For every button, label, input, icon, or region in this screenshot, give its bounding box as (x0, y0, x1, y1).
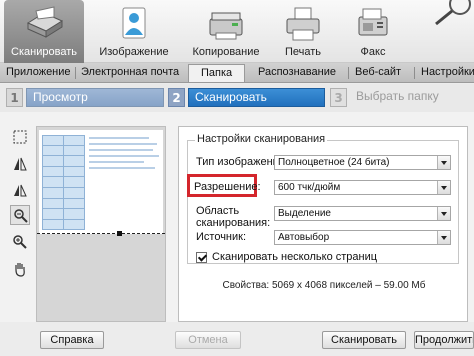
destination-tabs: Приложение Электронная почта Папка Распо… (0, 63, 474, 83)
hand-icon (15, 263, 25, 277)
toolbar-print-button[interactable]: Печать (270, 0, 336, 63)
toolbar-copy-button[interactable]: Копирование (184, 0, 268, 63)
image-type-select[interactable]: Полноцветное (24 бита) (274, 155, 451, 170)
scan-properties: Свойства: 5069 x 4068 пикселей – 59.00 М… (222, 280, 426, 291)
step-label: Выбрать папку (356, 89, 439, 103)
step-number: 3 (330, 88, 347, 107)
scan-area-value: Выделение (278, 208, 331, 219)
tab-application[interactable]: Приложение (6, 66, 71, 78)
copier-icon (209, 12, 243, 40)
tab-settings[interactable]: Настройки (421, 66, 474, 78)
chevron-down-icon[interactable] (437, 156, 450, 169)
source-value: Автовыбор (278, 232, 330, 243)
pan-tool-button[interactable] (10, 259, 30, 279)
image-type-value: Полноцветное (24 бита) (278, 157, 390, 168)
resolution-label: Разрешение: (194, 181, 261, 193)
scan-settings-title: Настройки сканирования (195, 133, 328, 145)
tab-separator (414, 67, 415, 79)
toolbar-fax-button[interactable]: Факс (340, 0, 406, 63)
chevron-down-icon[interactable] (437, 181, 450, 194)
continue-button[interactable]: Продолжить (414, 331, 474, 349)
zoom-out-tool-button[interactable] (10, 205, 30, 225)
resolution-value: 600 тчк/дюйм (278, 182, 341, 193)
toolbar-scan-button[interactable]: Сканировать (4, 0, 84, 63)
printer-icon (286, 7, 320, 41)
flip-tool-button[interactable] (10, 154, 30, 174)
toolbar-image-button[interactable]: Изображение (92, 0, 176, 63)
magnifier-icon[interactable] (430, 0, 474, 28)
mirror-icon (14, 184, 27, 197)
multi-page-checkbox[interactable] (196, 252, 207, 263)
fax-icon (358, 8, 388, 36)
main-toolbar: Сканировать Изображение Копирование Печа… (0, 0, 474, 63)
tab-website[interactable]: Веб-сайт (355, 66, 401, 78)
toolbar-copy-label: Копирование (192, 46, 260, 58)
image-user-icon (122, 7, 146, 39)
bottom-bar: Справка Отмена Сканировать Продолжить (0, 322, 474, 356)
multi-page-label: Сканировать несколько страниц (212, 251, 378, 263)
scan-area-select[interactable]: Выделение (274, 206, 451, 221)
tab-separator (75, 67, 76, 79)
wizard-steps: 1 Просмотр 2 Сканировать 3 Выбрать папку (0, 84, 474, 112)
crop-select-icon (13, 130, 27, 144)
step-number: 1 (6, 88, 23, 107)
tab-folder[interactable]: Папка (188, 64, 246, 82)
document-text-image (89, 137, 159, 173)
source-label: Источник: (196, 231, 247, 243)
cancel-button[interactable]: Отмена (175, 331, 241, 349)
flip-icon (14, 157, 27, 171)
scan-area-label-line1: Область (196, 205, 240, 217)
scan-preview[interactable] (36, 126, 166, 322)
step-label: Сканировать (188, 88, 325, 107)
scan-settings-panel: Настройки сканирования Тип изображения: … (178, 126, 468, 322)
toolbar-print-label: Печать (284, 46, 322, 58)
mirror-tool-button[interactable] (10, 180, 30, 200)
zoom-in-icon (13, 235, 27, 249)
tab-separator (348, 67, 349, 79)
zoom-out-icon (14, 209, 28, 223)
chevron-down-icon[interactable] (437, 231, 450, 244)
toolbar-scan-label: Сканировать (11, 46, 77, 58)
scan-area-label: Область сканирования: (196, 205, 270, 229)
selection-handle[interactable] (117, 231, 122, 236)
chevron-down-icon[interactable] (437, 207, 450, 220)
resolution-select[interactable]: 600 тчк/дюйм (274, 180, 451, 195)
step-label: Просмотр (26, 88, 164, 107)
crop-tool-button[interactable] (10, 127, 30, 147)
tab-ocr[interactable]: Распознавание (258, 66, 336, 78)
scanner-icon (26, 6, 64, 38)
step-number: 2 (168, 88, 185, 107)
help-button[interactable]: Справка (40, 331, 104, 349)
toolbar-fax-label: Факс (360, 46, 386, 58)
main-area: Настройки сканирования Тип изображения: … (0, 112, 474, 322)
source-select[interactable]: Автовыбор (274, 230, 451, 245)
document-form-image (42, 135, 85, 230)
scan-area-label-line2: сканирования: (196, 217, 271, 229)
selection-boundary[interactable] (37, 233, 165, 234)
toolbar-image-label: Изображение (99, 46, 169, 58)
scanned-document-thumbnail (39, 130, 163, 234)
tab-email[interactable]: Электронная почта (81, 66, 179, 78)
zoom-in-tool-button[interactable] (10, 232, 30, 252)
scan-button[interactable]: Сканировать (322, 331, 406, 349)
